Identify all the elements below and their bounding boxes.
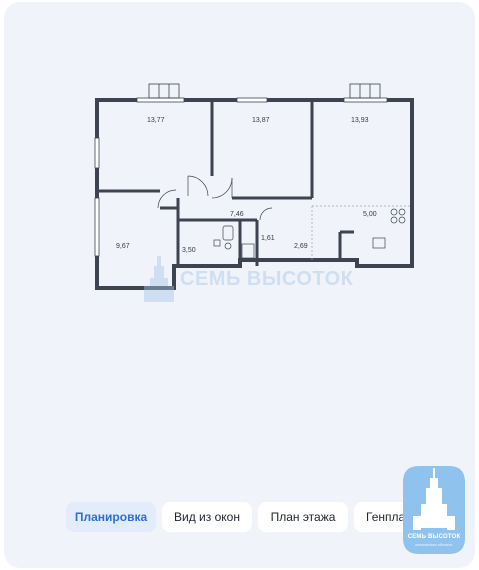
tower-icon: [144, 256, 174, 302]
plan-card: 13,77 13,87 13,93 9,67 3,50 7,46 1,61 2,…: [4, 2, 475, 568]
brand-logo: СЕМЬ ВЫСОТОК московская область: [395, 462, 473, 558]
room-area-label: 13,87: [252, 117, 270, 124]
interior-walls: [97, 100, 354, 266]
room-area-label: 7,46: [230, 211, 244, 218]
watermark-text: СЕМЬ ВЫСОТОК: [180, 267, 354, 290]
logo-title: СЕМЬ ВЫСОТОК: [407, 534, 461, 540]
tab-floor-plan[interactable]: План этажа: [258, 502, 348, 532]
room-area-label: 3,50: [182, 247, 196, 254]
tab-label: Планировка: [74, 510, 148, 524]
room-area-label: 1,61: [261, 235, 275, 242]
kitchen-zone: [311, 205, 412, 260]
room-area-label: 2,69: [294, 243, 308, 250]
room-area-label: 9,67: [116, 243, 130, 250]
tab-label: Вид из окон: [174, 510, 240, 524]
view-tabs: Планировка Вид из окон План этажа Генпла…: [66, 502, 424, 532]
tab-window-view[interactable]: Вид из окон: [162, 502, 252, 532]
room-area-label: 13,93: [351, 117, 369, 124]
window-sills: [148, 83, 381, 99]
brand-watermark: СЕМЬ ВЫСОТОК: [144, 254, 353, 304]
tab-layout[interactable]: Планировка: [66, 502, 156, 532]
logo-subtitle: московская область: [415, 542, 453, 547]
tab-label: План этажа: [270, 510, 336, 524]
room-area-label: 5,00: [363, 211, 377, 218]
room-area-label: 13,77: [147, 117, 165, 124]
